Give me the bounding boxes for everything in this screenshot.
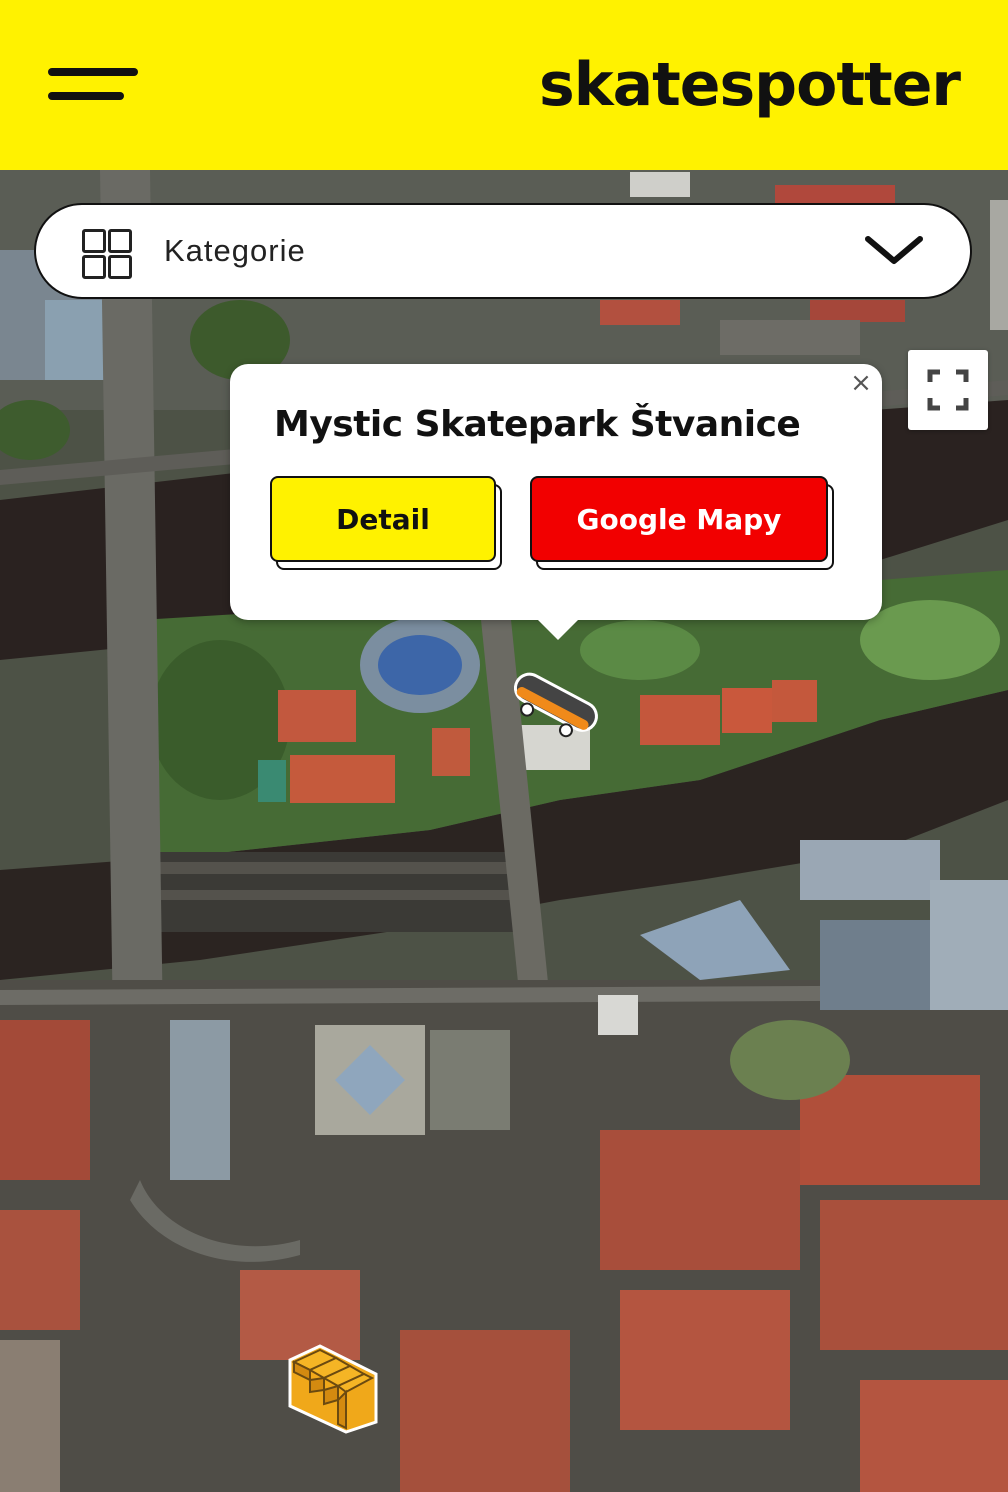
fullscreen-icon: [927, 369, 969, 411]
app-header: skatespotter: [0, 0, 1008, 170]
stairs-icon: [288, 1344, 378, 1434]
spot-popup: × Mystic Skatepark Štvanice Detail Googl…: [230, 364, 882, 620]
google-maps-button[interactable]: Google Mapy: [530, 476, 828, 562]
grid-icon: [82, 229, 132, 279]
detail-button[interactable]: Detail: [270, 476, 496, 562]
skateboard-icon: [513, 672, 598, 738]
category-dropdown[interactable]: Kategorie: [34, 203, 972, 299]
popup-pointer: [536, 618, 580, 640]
brand-logo[interactable]: skatespotter: [539, 50, 961, 120]
hamburger-menu-icon[interactable]: [48, 66, 140, 106]
skateboard-marker[interactable]: [505, 664, 605, 744]
stairs-marker[interactable]: [280, 1340, 380, 1436]
category-label: Kategorie: [164, 233, 306, 268]
popup-title: Mystic Skatepark Štvanice: [274, 404, 801, 445]
close-icon[interactable]: ×: [848, 370, 874, 396]
chevron-down-icon: [865, 236, 923, 264]
fullscreen-button[interactable]: [908, 350, 988, 430]
